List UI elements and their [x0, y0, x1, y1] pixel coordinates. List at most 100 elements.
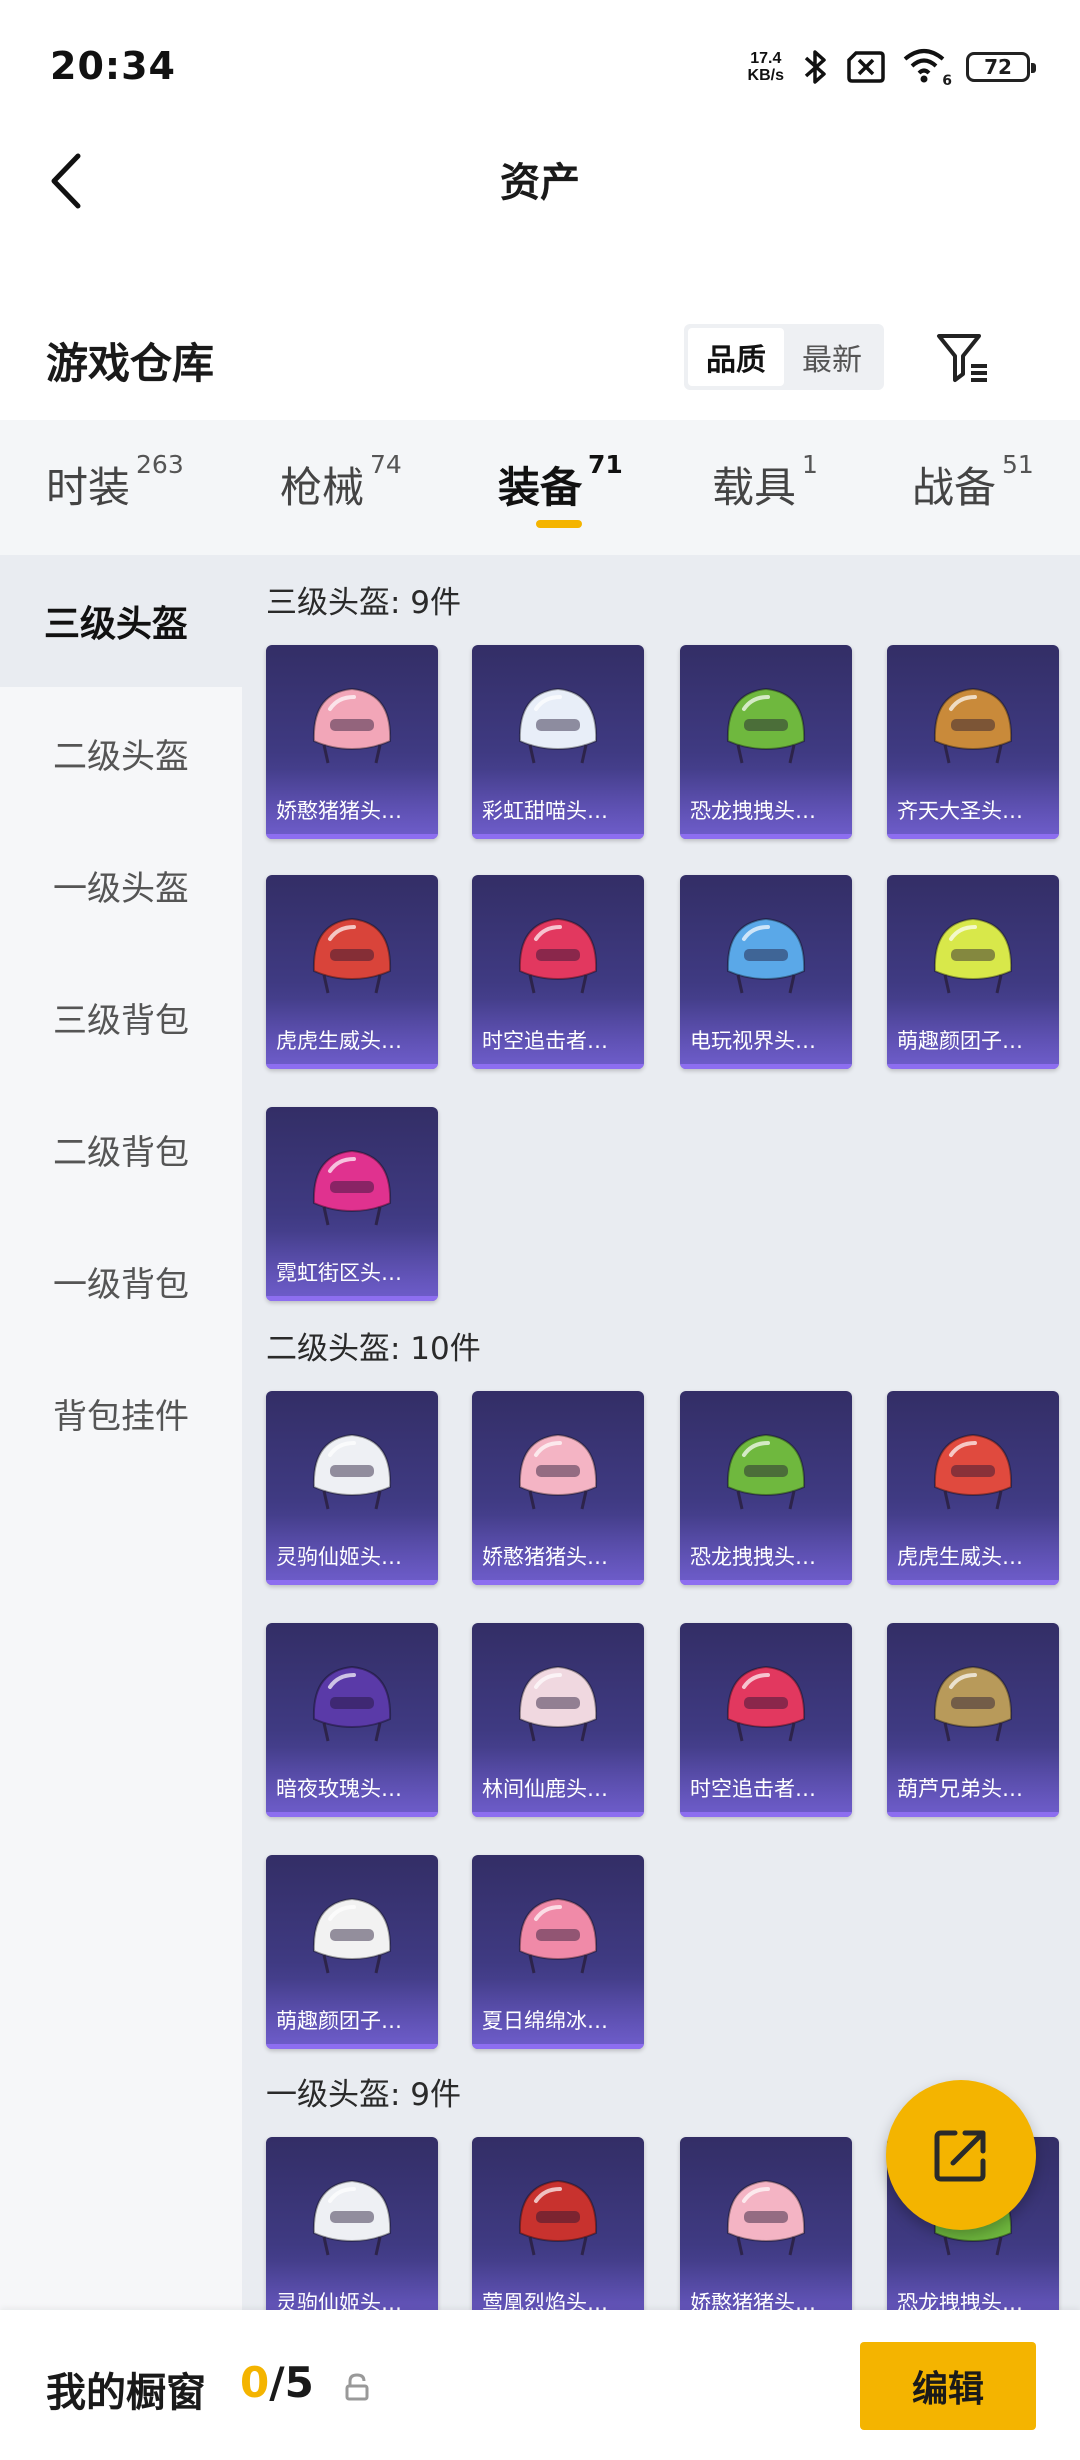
tiger-helmet-icon	[933, 1433, 1013, 1510]
item-card-label: 时空追击者…	[482, 1029, 608, 1053]
item-card-label: 灵驹仙姬头…	[276, 1545, 402, 1569]
status-bar: 20:34 17.4 KB/s 6 72	[0, 0, 1080, 130]
item-card[interactable]: 娇憨猪猪头…	[472, 1391, 644, 1585]
filter-icon	[937, 334, 987, 382]
lock-icon	[345, 2373, 369, 2401]
sidebar-item-level3-helmet[interactable]: 三级头盔	[0, 555, 242, 687]
item-card-label: 恐龙拽拽头…	[690, 799, 816, 823]
item-card-label: 娇憨猪猪头…	[276, 799, 402, 823]
item-card[interactable]: 霓虹街区头…	[266, 1107, 438, 1301]
item-card[interactable]: 萌趣颜团子…	[887, 875, 1059, 1069]
status-time: 20:34	[50, 44, 176, 88]
flame-helmet-icon	[518, 2179, 598, 2256]
game-helmet-icon	[726, 917, 806, 994]
rose-helmet-icon	[312, 1665, 392, 1742]
item-card-label: 恐龙拽拽头…	[897, 2291, 1023, 2310]
item-card-label: 葫芦兄弟头…	[897, 1777, 1023, 1801]
item-card[interactable]: 时空追击者…	[680, 1623, 852, 1817]
item-card-label: 萌趣颜团子…	[276, 2009, 402, 2033]
warehouse-title: 游戏仓库	[46, 339, 215, 388]
item-card[interactable]: 灵驹仙姬头…	[266, 2137, 438, 2310]
sidebar-item-backpack-charm[interactable]: 背包挂件	[0, 1347, 242, 1479]
mecha-helmet-icon	[518, 917, 598, 994]
item-card[interactable]: 灵驹仙姬头…	[266, 1391, 438, 1585]
item-card[interactable]: 林间仙鹿头…	[472, 1623, 644, 1817]
sidebar-item-level2-helmet[interactable]: 二级头盔	[0, 687, 242, 819]
section-header-level3: 三级头盔: 9件	[266, 585, 462, 621]
horse-helmet-icon	[312, 2179, 392, 2256]
item-card[interactable]: 娇憨猪猪头…	[266, 645, 438, 839]
item-card[interactable]: 虎虎生威头…	[266, 875, 438, 1069]
item-card[interactable]: 齐天大圣头…	[887, 645, 1059, 839]
item-card-label: 虎虎生威头…	[897, 1545, 1023, 1569]
showcase-title: 我的橱窗	[46, 2370, 206, 2416]
mecha-helmet-icon	[726, 1665, 806, 1742]
item-card-label: 林间仙鹿头…	[482, 1777, 608, 1801]
tab-guns[interactable]: 枪械 74	[280, 450, 402, 515]
network-speed: 17.4 KB/s	[747, 50, 784, 84]
icecream-helmet-icon	[518, 1897, 598, 1974]
monkey-king-helmet-icon	[933, 687, 1013, 764]
item-card[interactable]: 莺凰烈焰头…	[472, 2137, 644, 2310]
sim-off-icon	[847, 51, 885, 83]
tab-equipment[interactable]: 装备 71	[498, 450, 623, 515]
dango-helmet-icon	[312, 1897, 392, 1974]
sidebar-item-level1-backpack[interactable]: 一级背包	[0, 1215, 242, 1347]
item-card-label: 彩虹甜喵头…	[482, 799, 608, 823]
deer-helmet-icon	[518, 1665, 598, 1742]
item-card-label: 电玩视界头…	[690, 1029, 816, 1053]
tab-vehicles[interactable]: 载具 1	[712, 450, 818, 515]
status-icons: 17.4 KB/s 6 72	[747, 44, 1036, 90]
category-tabs: 时装 263 枪械 74 装备 71 载具 1 战备 51	[0, 420, 1080, 555]
wifi-badge: 6	[942, 73, 952, 89]
item-card[interactable]: 彩虹甜喵头…	[472, 645, 644, 839]
item-card[interactable]: 萌趣颜团子…	[266, 1855, 438, 2049]
battery-indicator: 72	[966, 52, 1036, 82]
tab-fashion[interactable]: 时装 263	[46, 450, 184, 515]
item-grid: 三级头盔: 9件 二级头盔: 10件 一级头盔: 9件 娇憨猪猪头… 彩虹甜喵头……	[242, 555, 1080, 2310]
item-card-label: 萌趣颜团子…	[897, 1029, 1023, 1053]
sort-toggle: 品质 最新	[684, 324, 884, 390]
item-card[interactable]: 电玩视界头…	[680, 875, 852, 1069]
sort-quality-option[interactable]: 品质	[688, 328, 784, 386]
item-card[interactable]: 夏日绵绵冰…	[472, 1855, 644, 2049]
item-card-label: 暗夜玫瑰头…	[276, 1777, 402, 1801]
edit-button[interactable]: 编辑	[860, 2342, 1036, 2430]
item-card-label: 夏日绵绵冰…	[482, 2009, 608, 2033]
tiger-helmet-icon	[312, 917, 392, 994]
external-link-icon	[934, 2130, 986, 2182]
item-card[interactable]: 虎虎生威头…	[887, 1391, 1059, 1585]
item-card-label: 时空追击者…	[690, 1777, 816, 1801]
item-card[interactable]: 娇憨猪猪头…	[680, 2137, 852, 2310]
pig-helmet-icon	[726, 2179, 806, 2256]
item-card-label: 娇憨猪猪头…	[690, 2291, 816, 2310]
item-card[interactable]: 恐龙拽拽头…	[680, 1391, 852, 1585]
horse-helmet-icon	[312, 1433, 392, 1510]
item-card[interactable]: 葫芦兄弟头…	[887, 1623, 1059, 1817]
item-card-label: 霓虹街区头…	[276, 1261, 402, 1285]
sidebar-item-level2-backpack[interactable]: 二级背包	[0, 1083, 242, 1215]
wifi-status: 6	[902, 47, 952, 89]
sort-newest-option[interactable]: 最新	[784, 328, 880, 386]
item-card[interactable]: 恐龙拽拽头…	[680, 645, 852, 839]
section-header-level2: 二级头盔: 10件	[266, 1331, 481, 1367]
warehouse-header: 游戏仓库 品质 最新	[0, 310, 1080, 400]
header: 资产	[0, 130, 1080, 230]
item-card-label: 灵驹仙姬头…	[276, 2291, 402, 2310]
share-fab[interactable]	[886, 2080, 1036, 2230]
pig-helmet-icon	[312, 687, 392, 764]
gourd-helmet-icon	[933, 1665, 1013, 1742]
tab-supplies[interactable]: 战备 51	[912, 450, 1034, 515]
item-card-label: 娇憨猪猪头…	[482, 1545, 608, 1569]
sidebar: 三级头盔 二级头盔 一级头盔 三级背包 二级背包 一级背包 背包挂件	[0, 555, 242, 2310]
item-card[interactable]: 暗夜玫瑰头…	[266, 1623, 438, 1817]
active-tab-indicator	[536, 520, 582, 528]
frog-helmet-icon	[726, 1433, 806, 1510]
item-card-label: 恐龙拽拽头…	[690, 1545, 816, 1569]
sidebar-item-level1-helmet[interactable]: 一级头盔	[0, 819, 242, 951]
page-title: 资产	[500, 160, 580, 206]
sidebar-item-level3-backpack[interactable]: 三级背包	[0, 951, 242, 1083]
filter-button[interactable]	[930, 324, 996, 390]
item-card[interactable]: 时空追击者…	[472, 875, 644, 1069]
item-card-label: 齐天大圣头…	[897, 799, 1023, 823]
